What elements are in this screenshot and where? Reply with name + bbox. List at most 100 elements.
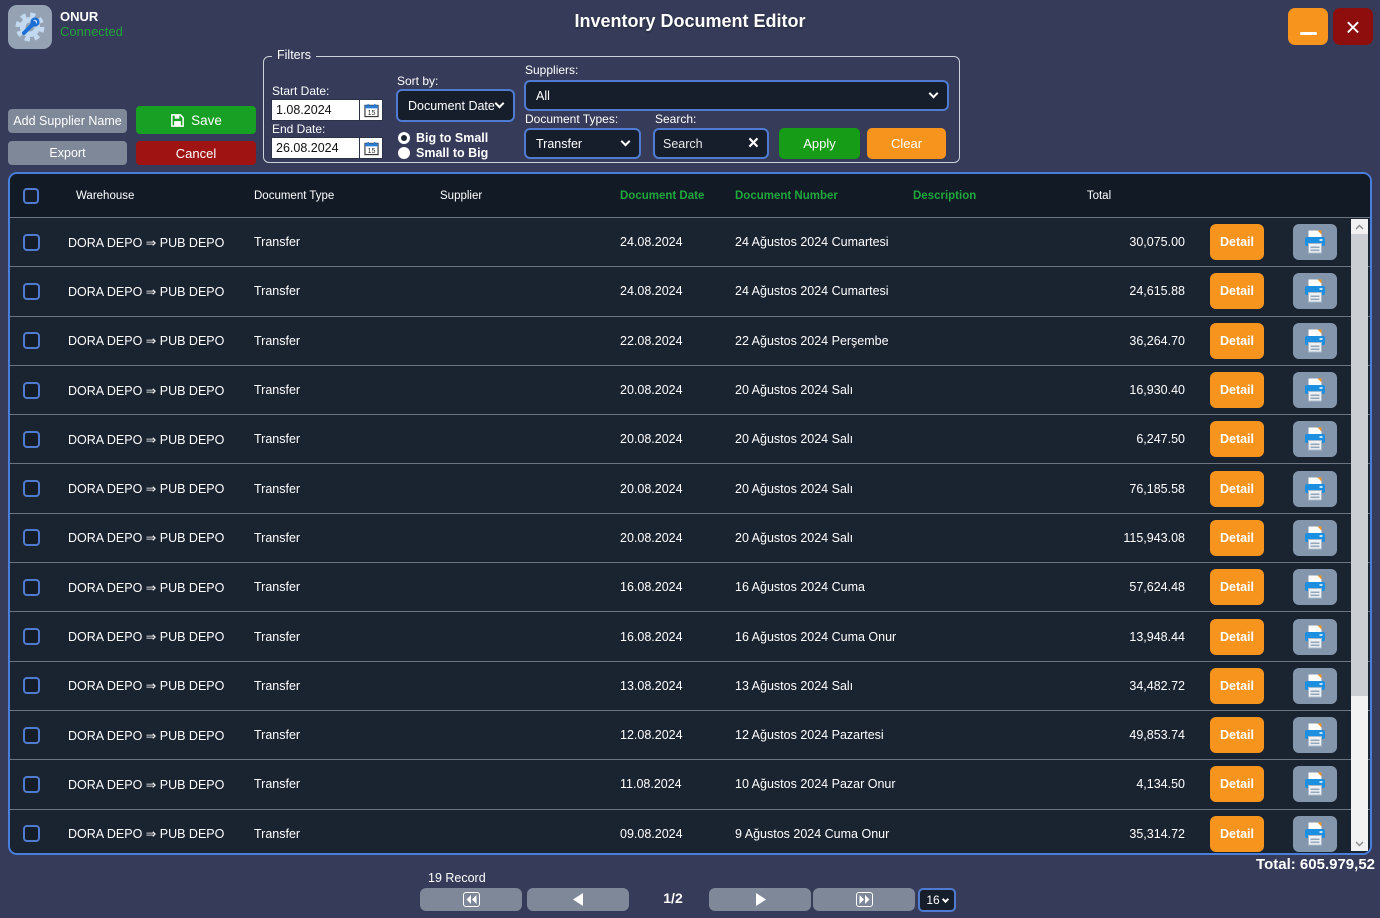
clear-search-icon[interactable]: × bbox=[748, 134, 759, 153]
header-description[interactable]: Description bbox=[904, 190, 1049, 202]
print-button[interactable] bbox=[1293, 471, 1337, 507]
print-button[interactable] bbox=[1293, 372, 1337, 408]
cell-document-type: Transfer bbox=[240, 334, 426, 348]
chevron-down-icon bbox=[621, 137, 631, 147]
print-button[interactable] bbox=[1293, 816, 1337, 852]
minimize-button[interactable] bbox=[1288, 8, 1328, 45]
table-row: DORA DEPO ⇒ PUB DEPO Transfer 12.08.2024… bbox=[10, 710, 1370, 759]
detail-button[interactable]: Detail bbox=[1210, 766, 1264, 802]
print-button[interactable] bbox=[1293, 668, 1337, 704]
detail-button[interactable]: Detail bbox=[1210, 372, 1264, 408]
clear-button[interactable]: Clear bbox=[867, 128, 946, 159]
printer-icon bbox=[1302, 229, 1328, 255]
vertical-scrollbar[interactable] bbox=[1351, 219, 1368, 851]
end-date-group: 15 bbox=[271, 137, 383, 159]
previous-page-button[interactable] bbox=[527, 888, 629, 911]
cell-document-date: 24.08.2024 bbox=[606, 284, 726, 298]
row-checkbox[interactable] bbox=[23, 234, 40, 251]
detail-button[interactable]: Detail bbox=[1210, 273, 1264, 309]
apply-button[interactable]: Apply bbox=[779, 128, 860, 159]
next-page-button[interactable] bbox=[709, 888, 811, 911]
header-document-date[interactable]: Document Date bbox=[606, 190, 726, 202]
calendar-icon: 15 bbox=[364, 141, 379, 156]
row-checkbox[interactable] bbox=[23, 579, 40, 596]
print-button[interactable] bbox=[1293, 717, 1337, 753]
cell-document-type: Transfer bbox=[240, 235, 426, 249]
print-button[interactable] bbox=[1293, 421, 1337, 457]
grand-total: Total: 605.979,52 bbox=[1256, 856, 1375, 873]
cell-total: 115,943.08 bbox=[1049, 531, 1195, 545]
row-checkbox[interactable] bbox=[23, 628, 40, 645]
cell-document-date: 11.08.2024 bbox=[606, 777, 726, 791]
document-types-dropdown[interactable]: Transfer bbox=[524, 128, 641, 159]
print-button[interactable] bbox=[1293, 619, 1337, 655]
suppliers-dropdown[interactable]: All bbox=[524, 80, 949, 111]
detail-button[interactable]: Detail bbox=[1210, 668, 1264, 704]
detail-button[interactable]: Detail bbox=[1210, 471, 1264, 507]
row-checkbox[interactable] bbox=[23, 431, 40, 448]
cell-document-number: 9 Ağustos 2024 Cuma Onur bbox=[726, 827, 904, 841]
scroll-up-icon[interactable] bbox=[1351, 219, 1368, 234]
start-date-calendar-button[interactable]: 15 bbox=[360, 99, 383, 121]
page-size-dropdown[interactable]: 16 bbox=[918, 888, 956, 912]
last-page-button[interactable] bbox=[813, 888, 915, 911]
sort-direction-big-to-small[interactable]: Big to Small bbox=[398, 131, 488, 145]
row-checkbox[interactable] bbox=[23, 382, 40, 399]
save-button[interactable]: Save bbox=[136, 106, 256, 134]
table-row: DORA DEPO ⇒ PUB DEPO Transfer 11.08.2024… bbox=[10, 759, 1370, 808]
radio-icon[interactable] bbox=[398, 147, 410, 159]
cell-document-date: 20.08.2024 bbox=[606, 531, 726, 545]
detail-button[interactable]: Detail bbox=[1210, 520, 1264, 556]
print-button[interactable] bbox=[1293, 520, 1337, 556]
cell-document-date: 22.08.2024 bbox=[606, 334, 726, 348]
row-checkbox[interactable] bbox=[23, 529, 40, 546]
select-all-checkbox[interactable] bbox=[23, 188, 39, 204]
close-button[interactable]: × bbox=[1333, 8, 1373, 45]
detail-button[interactable]: Detail bbox=[1210, 421, 1264, 457]
cell-document-number: 10 Ağustos 2024 Pazar Onur bbox=[726, 777, 904, 791]
header-document-number[interactable]: Document Number bbox=[726, 190, 904, 202]
scroll-down-icon[interactable] bbox=[1351, 836, 1368, 851]
print-button[interactable] bbox=[1293, 273, 1337, 309]
detail-button[interactable]: Detail bbox=[1210, 323, 1264, 359]
cell-total: 49,853.74 bbox=[1049, 728, 1195, 742]
print-button[interactable] bbox=[1293, 766, 1337, 802]
cell-warehouse: DORA DEPO ⇒ PUB DEPO bbox=[54, 284, 240, 299]
print-button[interactable] bbox=[1293, 224, 1337, 260]
svg-text:15: 15 bbox=[367, 109, 375, 116]
end-date-input[interactable] bbox=[271, 137, 360, 159]
row-checkbox[interactable] bbox=[23, 825, 40, 842]
page-size-value: 16 bbox=[926, 893, 939, 907]
detail-button[interactable]: Detail bbox=[1210, 816, 1264, 852]
minimize-icon bbox=[1300, 32, 1317, 35]
print-button[interactable] bbox=[1293, 323, 1337, 359]
sort-by-dropdown[interactable]: Document Date bbox=[396, 89, 515, 122]
search-input[interactable] bbox=[663, 137, 748, 151]
cell-document-type: Transfer bbox=[240, 383, 426, 397]
scrollbar-thumb[interactable] bbox=[1351, 234, 1368, 696]
header-total: Total bbox=[1049, 190, 1195, 202]
row-checkbox[interactable] bbox=[23, 480, 40, 497]
detail-button[interactable]: Detail bbox=[1210, 224, 1264, 260]
end-date-calendar-button[interactable]: 15 bbox=[360, 137, 383, 159]
row-checkbox[interactable] bbox=[23, 677, 40, 694]
cell-document-date: 16.08.2024 bbox=[606, 630, 726, 644]
sort-direction-small-to-big[interactable]: Small to Big bbox=[398, 146, 488, 160]
detail-button[interactable]: Detail bbox=[1210, 717, 1264, 753]
row-checkbox[interactable] bbox=[23, 332, 40, 349]
start-date-input[interactable] bbox=[271, 99, 360, 121]
radio-icon[interactable] bbox=[398, 132, 410, 144]
printer-icon bbox=[1302, 771, 1328, 797]
row-checkbox[interactable] bbox=[23, 727, 40, 744]
cancel-button[interactable]: Cancel bbox=[136, 141, 256, 165]
export-button[interactable]: Export bbox=[8, 141, 127, 165]
row-checkbox[interactable] bbox=[23, 776, 40, 793]
cell-document-date: 20.08.2024 bbox=[606, 482, 726, 496]
cell-warehouse: DORA DEPO ⇒ PUB DEPO bbox=[54, 481, 240, 496]
detail-button[interactable]: Detail bbox=[1210, 619, 1264, 655]
add-supplier-button[interactable]: Add Supplier Name bbox=[8, 109, 127, 133]
detail-button[interactable]: Detail bbox=[1210, 569, 1264, 605]
row-checkbox[interactable] bbox=[23, 283, 40, 300]
first-page-button[interactable] bbox=[420, 888, 522, 911]
print-button[interactable] bbox=[1293, 569, 1337, 605]
